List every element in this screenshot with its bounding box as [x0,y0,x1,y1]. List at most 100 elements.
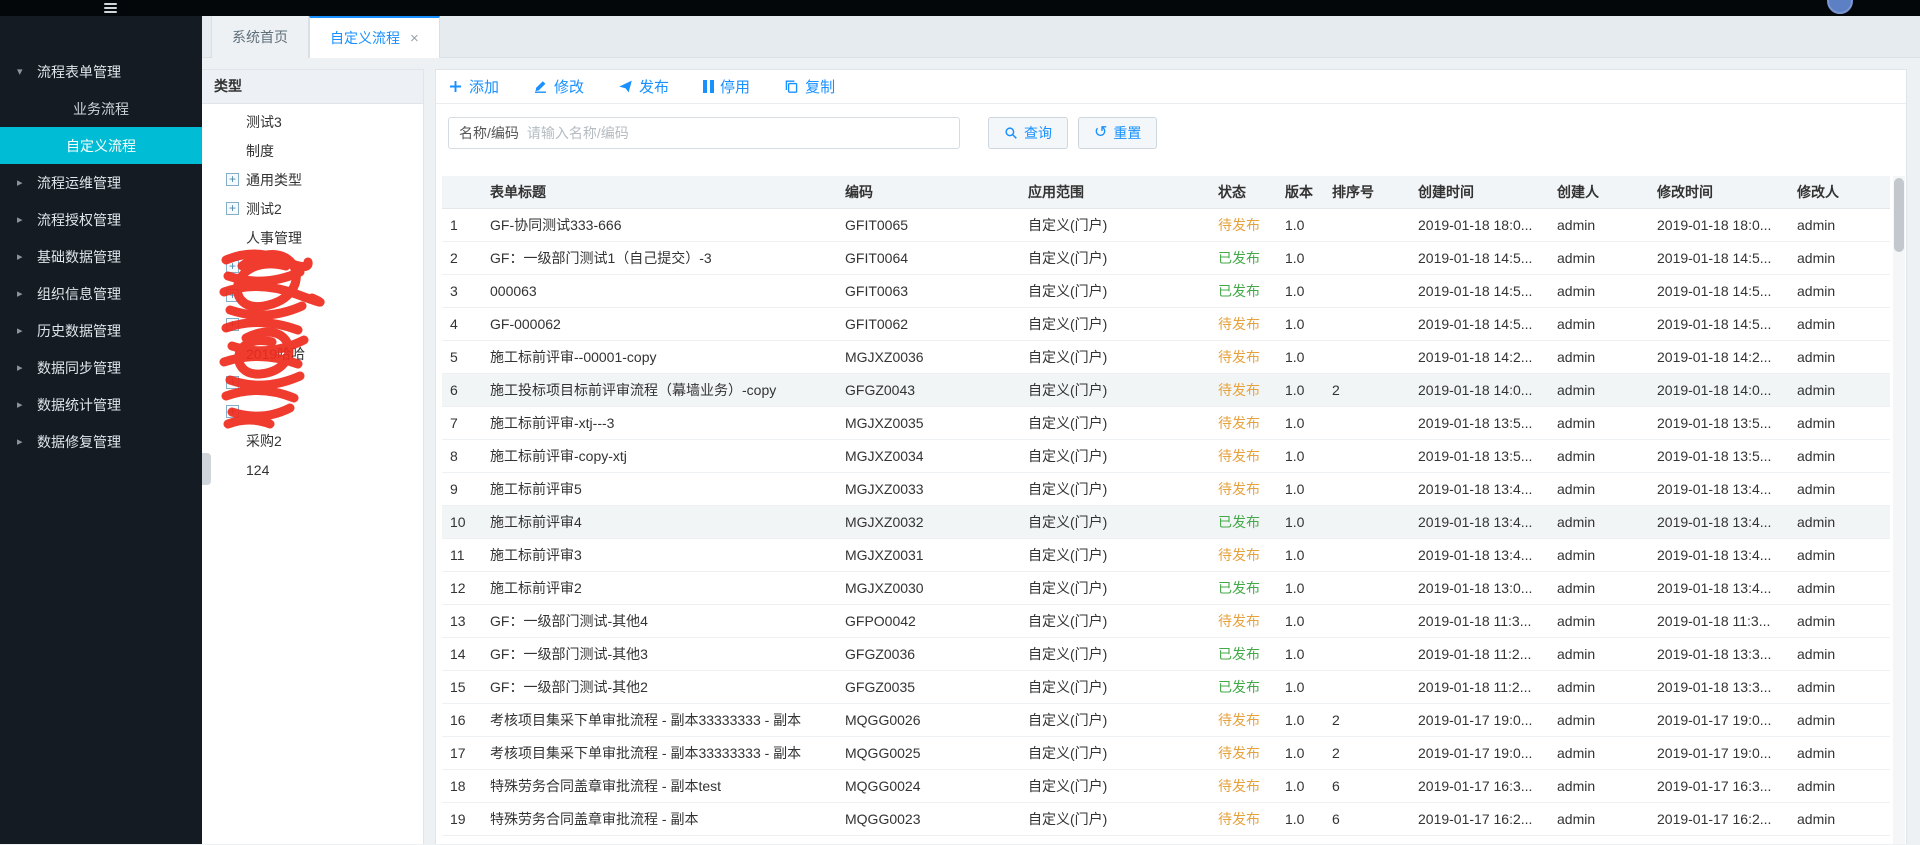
table-row[interactable]: 8 施工标前评审-copy-xtj MGJXZ0034 自定义(门户) 待发布 1.0 20… [442,440,1890,473]
table-row[interactable]: 3 000063 GFIT0063 自定义(门户) 已发布 1.0 2019-01-18 1… [442,275,1890,308]
tree-item[interactable]: + 通用类型 [202,165,423,194]
table-row[interactable]: 4 GF-000062 GFIT0062 自定义(门户) 待发布 1.0 2019-01-1… [442,308,1890,341]
cell-scope: 自定义(门户) [1028,481,1108,497]
publish-button[interactable]: 发布 [618,76,669,97]
tree-item[interactable]: + [202,368,423,397]
tree-item[interactable]: 制度 [202,136,423,165]
vertical-scrollbar[interactable] [1893,176,1905,844]
tree-item[interactable]: 测试3 [202,107,423,136]
sidebar: ▾ 流程表单管理 业务流程 自定义流程 ▸ 流程运维管理 ▸ 流程授权管理 ▸ 基础数据管理 ▸ 组织… [0,16,202,844]
suspend-button-label: 停用 [720,79,751,96]
table-row[interactable]: 9 施工标前评审5 MGJXZ0033 自定义(门户) 待发布 1.0 2019-01-18… [442,473,1890,506]
column-header-code[interactable]: 编码 [837,182,1020,202]
expand-plus-icon[interactable]: + [226,173,239,186]
column-header-title[interactable]: 表单标题 [482,182,837,202]
search-input[interactable] [518,119,959,147]
expand-plus-icon[interactable]: + [226,289,239,302]
copy-button[interactable]: 复制 [784,76,835,97]
sidebar-subitem[interactable]: 自定义流程 [0,127,202,164]
reset-button[interactable]: ↺ 重置 [1078,117,1158,149]
sidebar-item-label: 流程授权管理 [37,211,121,228]
sidebar-item[interactable]: ▸ 历史数据管理 [0,312,202,349]
tree-item[interactable]: 124 [202,455,423,484]
table-row[interactable]: 2 GF：一级部门测试1（自己提交）-3 GFIT0064 自定义(门户) 已发布 1.0… [442,242,1890,275]
sidebar-item[interactable]: ▸ 组织信息管理 [0,275,202,312]
table-row[interactable]: 1 GF-协同测试333-666 GFIT0065 自定义(门户) 待发布 1.0 2019… [442,209,1890,242]
table-row[interactable]: 16 考核项目集采下单审批流程 - 副本33333333 - 副本 MQGG0026… [442,704,1890,737]
table-row[interactable]: 5 施工标前评审--00001-copy MGJXZ0036 自定义(门户) 待发布 1.… [442,341,1890,374]
column-header-version[interactable]: 版本 [1277,182,1324,202]
sidebar-item[interactable]: ▾ 流程表单管理 [0,53,202,90]
status-badge: 待发布 [1218,217,1260,233]
tree-item[interactable]: + [202,310,423,339]
add-button[interactable]: 添加 [448,76,499,97]
expand-plus-icon[interactable]: + [226,260,239,273]
sidebar-item[interactable]: ▸ 数据同步管理 [0,349,202,386]
suspend-button[interactable]: 停用 [703,76,750,97]
table-row[interactable]: 19 特殊劳务合同盖章审批流程 - 副本 MQGG0023 自定义(门户) 待发布 1.0… [442,803,1890,836]
cell-title: 施工标前评审4 [490,514,582,530]
cell-title: GF：一级部门测试-其他4 [490,613,648,629]
tree-item[interactable]: 2019哈哈 [202,339,423,368]
sidebar-item[interactable]: ▸ 数据统计管理 [0,386,202,423]
tab-custom-process[interactable]: 自定义流程 × [309,16,440,58]
sidebar-item[interactable]: ▸ 数据修复管理 [0,423,202,460]
cell-modifier: admin [1797,811,1836,827]
scrollbar-thumb[interactable] [1894,178,1904,252]
table-row[interactable]: 14 GF：一级部门测试-其他3 GFGZ0036 自定义(门户) 已发布 1.0 2019… [442,638,1890,671]
sidebar-item-label: 数据同步管理 [37,359,121,376]
cell-modifier: admin [1797,547,1836,563]
sidebar-collapse-handle[interactable] [202,453,211,485]
tree-item[interactable]: 采购2 [202,426,423,455]
column-header-sort[interactable]: 排序号 [1324,182,1410,202]
cell-creator: admin [1557,745,1596,761]
table-row[interactable]: 6 施工投标项目标前评审流程（幕墙业务）-copy GFGZ0043 自定义(门户) 待… [442,374,1890,407]
expand-plus-icon[interactable]: + [226,202,239,215]
column-header-modifier[interactable]: 修改人 [1789,182,1890,202]
expand-plus-icon[interactable]: + [226,405,239,418]
expand-plus-icon[interactable]: + [226,376,239,389]
column-header-scope[interactable]: 应用范围 [1020,182,1210,202]
status-badge: 待发布 [1218,778,1260,794]
sidebar-item-label: 基础数据管理 [37,248,121,265]
table-row[interactable]: 10 施工标前评审4 MGJXZ0032 自定义(门户) 已发布 1.0 2019-01-1… [442,506,1890,539]
table-row[interactable]: 11 施工标前评审3 MGJXZ0031 自定义(门户) 待发布 1.0 2019-01-1… [442,539,1890,572]
table-row[interactable]: 13 GF：一级部门测试-其他4 GFPO0042 自定义(门户) 待发布 1.0 2019… [442,605,1890,638]
tree-item[interactable]: + [202,397,423,426]
tab-system-home[interactable]: 系统首页 [211,16,309,58]
column-header-creator[interactable]: 创建人 [1549,182,1649,202]
tree-item[interactable]: + [202,252,423,281]
query-button[interactable]: 查询 [988,117,1068,149]
column-header-modified-time[interactable]: 修改时间 [1649,182,1789,202]
sidebar-item[interactable]: ▸ 基础数据管理 [0,238,202,275]
expand-plus-icon[interactable]: + [226,318,239,331]
table-row[interactable]: 12 施工标前评审2 MGJXZ0030 自定义(门户) 已发布 1.0 2019-01-1… [442,572,1890,605]
tree-item[interactable]: 人事管理 [202,223,423,252]
tree-item[interactable]: + 测试2 [202,194,423,223]
cell-seq: 5 [450,349,458,365]
table-row[interactable]: 7 施工标前评审-xtj---3 MGJXZ0035 自定义(门户) 待发布 1.0 201… [442,407,1890,440]
cell-version: 1.0 [1285,481,1305,497]
sidebar-subitem[interactable]: 业务流程 [0,90,202,127]
table-row[interactable]: 15 GF：一级部门测试-其他2 GFGZ0035 自定义(门户) 已发布 1.0 2019… [442,671,1890,704]
cell-scope: 自定义(门户) [1028,448,1108,464]
cell-modifier: admin [1797,382,1836,398]
table-row[interactable]: 18 特殊劳务合同盖章审批流程 - 副本test MQGG0024 自定义(门户) 待发… [442,770,1890,803]
cell-created-time: 2019-01-18 14:0... [1418,382,1533,398]
column-header-created-time[interactable]: 创建时间 [1410,182,1549,202]
close-icon[interactable]: × [410,31,419,46]
edit-button-label: 修改 [554,79,585,96]
cell-created-time: 2019-01-17 16:2... [1418,811,1533,827]
column-header-status[interactable]: 状态 [1210,182,1277,202]
menu-toggle-icon[interactable] [104,3,117,13]
cell-status: 待发布 [1210,776,1277,796]
cell-modified-time: 2019-01-18 13:4... [1657,580,1772,596]
tree-item[interactable]: + [202,281,423,310]
cell-title: 特殊劳务合同盖章审批流程 - 副本test [490,778,722,794]
edit-button[interactable]: 修改 [533,76,584,97]
cell-status: 待发布 [1210,413,1277,433]
sidebar-item[interactable]: ▸ 流程授权管理 [0,201,202,238]
table-row[interactable]: 17 考核项目集采下单审批流程 - 副本33333333 - 副本 MQGG0025… [442,737,1890,770]
sidebar-item[interactable]: ▸ 流程运维管理 [0,164,202,201]
cell-seq: 18 [450,778,466,794]
